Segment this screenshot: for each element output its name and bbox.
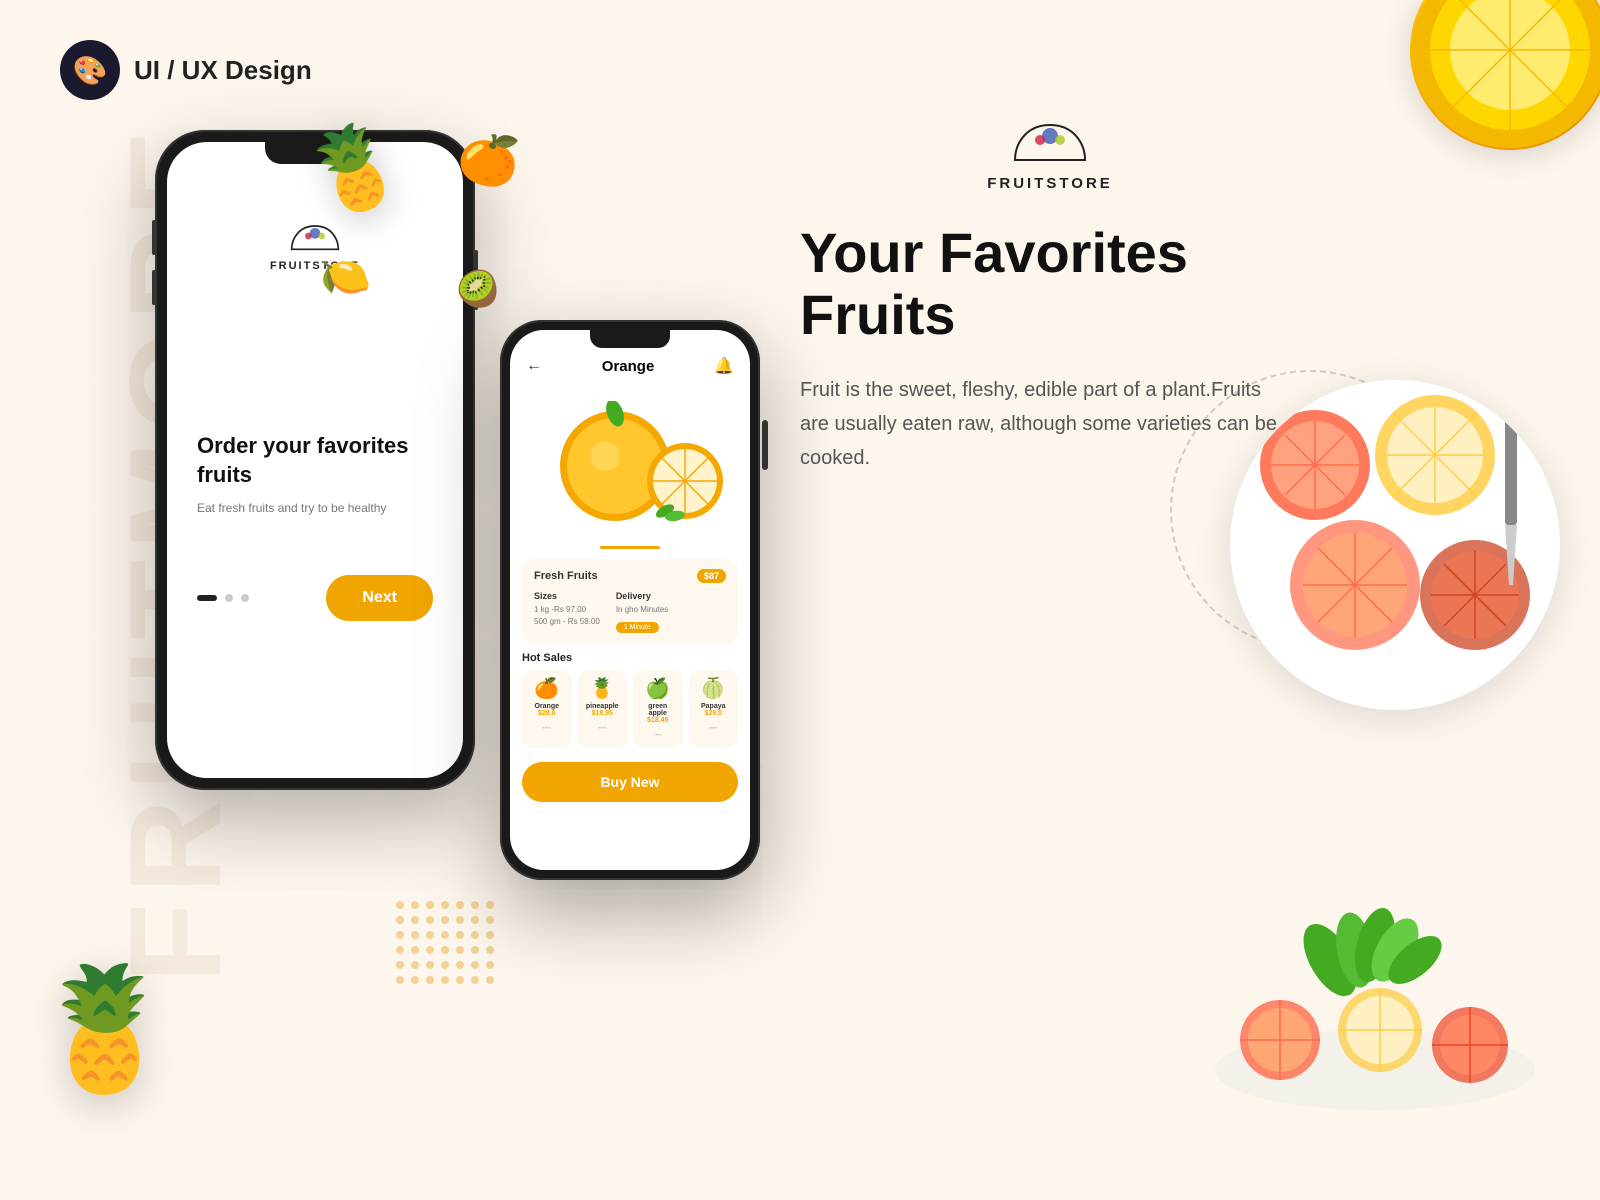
fruit-dots-apple: ••••: [654, 733, 662, 739]
deco-orange-top: [1410, 0, 1600, 170]
fruit-name-pineapple: pineapple: [584, 703, 622, 710]
dot-pattern-deco: [390, 895, 500, 1000]
p2-fresh-fruits-card: Fresh Fruits $87 Sizes 1 kg -Rs 97.00 50…: [522, 559, 738, 644]
list-item[interactable]: 🍊 Orange $28.0 ••••: [522, 670, 572, 748]
fruit-name-orange: Orange: [528, 703, 566, 710]
phone1-sub: Eat fresh fruits and try to be healthy: [167, 501, 463, 515]
fruitstore-name: FRUITSTORE: [987, 175, 1113, 192]
phone1-tagline: Order your favorites fruits: [167, 432, 463, 489]
fruit-price-orange: $28.0: [528, 710, 566, 717]
p2-size1: 1 kg -Rs 97.00: [534, 604, 600, 616]
p2-hot-sales-label: Hot Sales: [510, 644, 750, 664]
dot-inactive-1: [225, 594, 233, 602]
p2-orange-display: [510, 386, 750, 546]
pineapple-deco: 🍍: [30, 960, 179, 1100]
buy-new-button[interactable]: Buy New: [522, 762, 738, 802]
dot-active: [197, 595, 217, 601]
fruitstore-brand: FRUITSTORE: [800, 120, 1300, 192]
logo-emoji: 🎨: [73, 54, 108, 87]
orange-product-svg: [520, 401, 740, 531]
p2-details: Sizes 1 kg -Rs 97.00 500 gm - Rs 58.00 D…: [534, 591, 726, 634]
list-item[interactable]: 🍈 Papaya $29.0 ••••: [689, 670, 739, 748]
phone-2-screen: ← Orange 🔔: [510, 330, 750, 870]
vol-up-btn: [152, 220, 156, 255]
logo-label: UI / UX Design: [134, 55, 312, 86]
fruit-name-apple: green apple: [639, 703, 677, 717]
vol-down-btn: [152, 270, 156, 305]
phone1-logo-text: FRUITSTORE: [270, 260, 360, 272]
p2-delivery-sub: In gho Minutes: [616, 604, 668, 616]
fruit-price-apple: $18.45: [639, 717, 677, 724]
fruit-emoji-apple: 🍏: [639, 676, 677, 701]
p2-back-btn[interactable]: ←: [526, 357, 542, 375]
dots-indicator: [197, 594, 249, 602]
herbs-deco: [1200, 880, 1550, 1120]
fruit-emoji-papaya: 🍈: [695, 676, 733, 701]
fruit-dots-papaya: ••••: [709, 726, 717, 732]
fruit-price-pineapple: $18.95: [584, 710, 622, 717]
notch-1: [265, 142, 365, 164]
list-item[interactable]: 🍏 green apple $18.45 ••••: [633, 670, 683, 748]
p2-delivery-label: Delivery: [616, 591, 668, 601]
orange-top-svg: [1410, 0, 1600, 150]
phone1-logo-svg: [285, 222, 345, 260]
p2-card-label: Fresh Fruits: [534, 570, 598, 582]
dot-pattern-svg: [390, 895, 500, 995]
p2-sizes-col: Sizes 1 kg -Rs 97.00 500 gm - Rs 58.00: [534, 591, 600, 634]
phone1-logo: FRUITSTORE: [167, 202, 463, 292]
notch-2: [590, 330, 670, 348]
p2-price-badge: $87: [697, 569, 726, 583]
main-description: Fruit is the sweet, fleshy, edible part …: [800, 373, 1280, 475]
logo-icon: 🎨: [60, 40, 120, 100]
main-title: Your Favorites Fruits: [800, 222, 1300, 345]
p2-sizes-label: Sizes: [534, 591, 600, 601]
fruitstore-logo-svg: [1005, 120, 1095, 175]
fruit-dots-pineapple: ••••: [598, 726, 606, 732]
phone-1: FRUITSTORE Order your favorites fruits E…: [155, 130, 475, 790]
dot-inactive-2: [241, 594, 249, 602]
p2-card-header: Fresh Fruits $87: [534, 569, 726, 583]
fruit-emoji-orange: 🍊: [528, 676, 566, 701]
fruit-name-papaya: Papaya: [695, 703, 733, 710]
phone-1-screen: FRUITSTORE Order your favorites fruits E…: [167, 142, 463, 778]
p2-size2: 500 gm - Rs 58.00: [534, 616, 600, 628]
p2-fruits-row: 🍊 Orange $28.0 •••• 🍍 pineapple $18.95 •…: [510, 664, 750, 754]
power-btn: [474, 250, 478, 310]
p2-underline: [600, 546, 660, 549]
list-item[interactable]: 🍍 pineapple $18.95 ••••: [578, 670, 628, 748]
herbs-svg: [1200, 880, 1550, 1120]
fruit-emoji-pineapple: 🍍: [584, 676, 622, 701]
p2-delivery-col: Delivery In gho Minutes 1 Minute: [616, 591, 668, 634]
phone1-bottom: Next: [167, 555, 463, 641]
p2-delivery-badge: 1 Minute: [616, 622, 659, 633]
p2-bell-icon[interactable]: 🔔: [714, 356, 734, 376]
p2-title: Orange: [602, 358, 655, 375]
fruit-price-papaya: $29.0: [695, 710, 733, 717]
phone-2-frame: ← Orange 🔔: [500, 320, 760, 880]
phone-1-frame: FRUITSTORE Order your favorites fruits E…: [155, 130, 475, 790]
top-logo: 🎨 UI / UX Design: [60, 40, 312, 100]
next-button[interactable]: Next: [326, 575, 433, 621]
right-content: FRUITSTORE Your Favorites Fruits Fruit i…: [800, 120, 1300, 475]
phone-2: ← Orange 🔔: [500, 320, 760, 880]
fruit-dots-orange: ••••: [543, 726, 551, 732]
